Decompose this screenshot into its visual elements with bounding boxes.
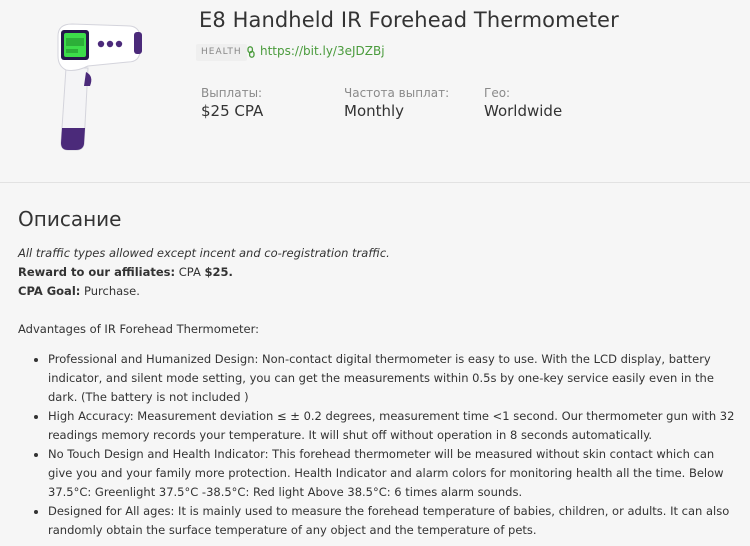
reward-label: Reward to our affiliates: bbox=[18, 265, 176, 279]
advantages-title: Advantages of IR Forehead Thermometer: bbox=[18, 322, 260, 336]
payout-frequency-label: Частота выплат: bbox=[344, 86, 450, 100]
thermometer-gun-image bbox=[57, 23, 142, 151]
description-body: All traffic types allowed except incent … bbox=[18, 244, 738, 540]
list-item: No Touch Design and Health Indicator: Th… bbox=[48, 445, 738, 502]
section-divider bbox=[0, 182, 750, 183]
traffic-note: All traffic types allowed except incent … bbox=[18, 246, 390, 260]
reward-value: $25. bbox=[204, 265, 233, 279]
link-chain-icon bbox=[247, 46, 255, 58]
reward-prefix: CPA bbox=[178, 265, 201, 279]
reward-line: Reward to our affiliates: CPA $25. bbox=[18, 263, 738, 282]
offer-title: E8 Handheld IR Forehead Thermometer bbox=[199, 8, 619, 32]
tracking-link[interactable]: https://bit.ly/3eJDZBj bbox=[260, 44, 385, 58]
description-heading: Описание bbox=[18, 207, 122, 231]
geo-value: Worldwide bbox=[484, 102, 563, 120]
list-item: Designed for All ages: It is mainly used… bbox=[48, 502, 738, 540]
category-badge: HEALTH bbox=[196, 44, 247, 61]
geo-label: Гео: bbox=[484, 86, 511, 100]
payout-frequency-value: Monthly bbox=[344, 102, 405, 120]
offer-header: E8 Handheld IR Forehead Thermometer HEAL… bbox=[0, 0, 750, 182]
goal-value: Purchase. bbox=[84, 284, 140, 298]
goal-label: CPA Goal: bbox=[18, 284, 81, 298]
list-item: High Accuracy: Measurement deviation ≤ ±… bbox=[48, 407, 738, 445]
advantages-list: Professional and Humanized Design: Non-c… bbox=[18, 350, 738, 540]
payout-label: Выплаты: bbox=[201, 86, 263, 100]
goal-line: CPA Goal: Purchase. bbox=[18, 282, 738, 301]
list-item: Professional and Humanized Design: Non-c… bbox=[48, 350, 738, 407]
offer-page: E8 Handheld IR Forehead Thermometer HEAL… bbox=[0, 0, 750, 546]
payout-value: $25 CPA bbox=[201, 102, 264, 120]
